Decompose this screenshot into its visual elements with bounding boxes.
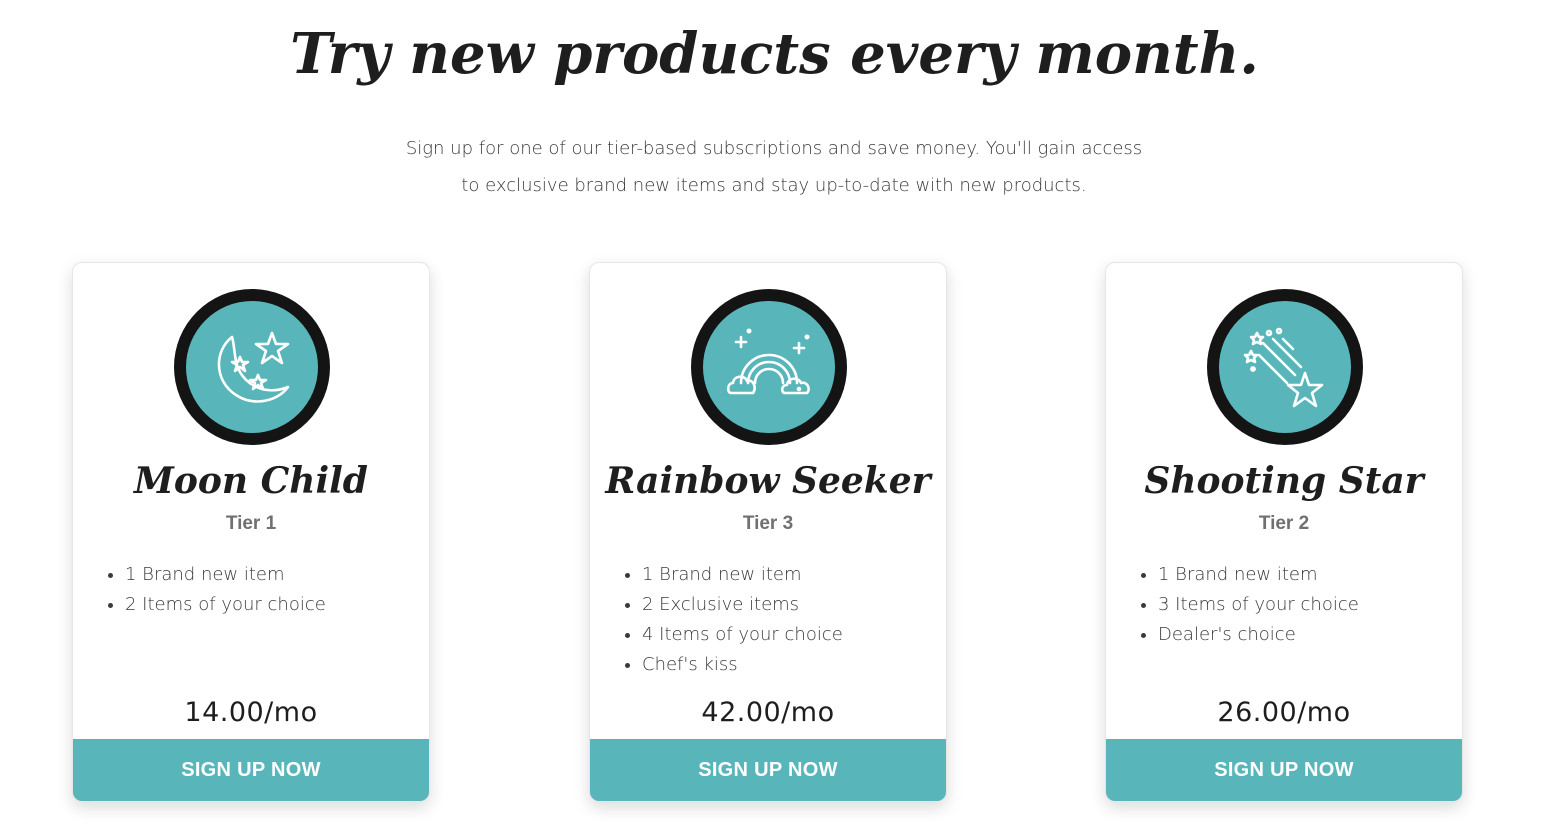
plan-features: 1 Brand new item 3 Items of your choice … — [1140, 560, 1359, 650]
plan-card-moon-child: Moon Child Tier 1 1 Brand new item 2 Ite… — [72, 262, 430, 802]
sign-up-button[interactable]: SIGN UP NOW — [1106, 739, 1462, 801]
sign-up-button[interactable]: SIGN UP NOW — [73, 739, 429, 801]
feature-item: 1 Brand new item — [1158, 560, 1359, 590]
plan-badge — [174, 289, 330, 445]
plan-name: Moon Child — [134, 460, 368, 502]
rainbow-icon — [703, 301, 835, 433]
plan-features: 1 Brand new item 2 Items of your choice — [107, 560, 326, 620]
subscription-page: Try new products every month. Sign up fo… — [0, 0, 1549, 836]
feature-item: 2 Items of your choice — [125, 590, 326, 620]
plan-name: Rainbow Seeker — [605, 460, 931, 502]
intro-line-1: Sign up for one of our tier-based subscr… — [405, 138, 1143, 159]
plan-price: 14.00/mo — [184, 697, 318, 728]
feature-item: 1 Brand new item — [642, 560, 843, 590]
plan-tier: Tier 3 — [742, 513, 794, 534]
feature-item: Chef's kiss — [642, 650, 843, 680]
intro-line-2: to exclusive brand new items and stay up… — [461, 175, 1087, 196]
page-intro: Sign up for one of our tier-based subscr… — [374, 130, 1174, 204]
feature-item: Dealer's choice — [1158, 620, 1359, 650]
plan-tier: Tier 1 — [225, 513, 277, 534]
plan-price: 26.00/mo — [1217, 697, 1351, 728]
plan-badge — [691, 289, 847, 445]
moon-stars-icon — [186, 301, 318, 433]
feature-item: 3 Items of your choice — [1158, 590, 1359, 620]
plan-badge — [1207, 289, 1363, 445]
page-title: Try new products every month. — [290, 21, 1259, 87]
shooting-star-icon — [1219, 301, 1351, 433]
feature-item: 1 Brand new item — [125, 560, 326, 590]
plan-features: 1 Brand new item 2 Exclusive items 4 Ite… — [624, 560, 843, 680]
sign-up-button[interactable]: SIGN UP NOW — [590, 739, 946, 801]
feature-item: 2 Exclusive items — [642, 590, 843, 620]
feature-item: 4 Items of your choice — [642, 620, 843, 650]
plan-tier: Tier 2 — [1258, 513, 1310, 534]
plan-name: Shooting Star — [1144, 460, 1424, 502]
plan-price: 42.00/mo — [701, 697, 835, 728]
plan-card-shooting-star: Shooting Star Tier 2 1 Brand new item 3 … — [1105, 262, 1463, 802]
plan-card-rainbow-seeker: Rainbow Seeker Tier 3 1 Brand new item 2… — [589, 262, 947, 802]
